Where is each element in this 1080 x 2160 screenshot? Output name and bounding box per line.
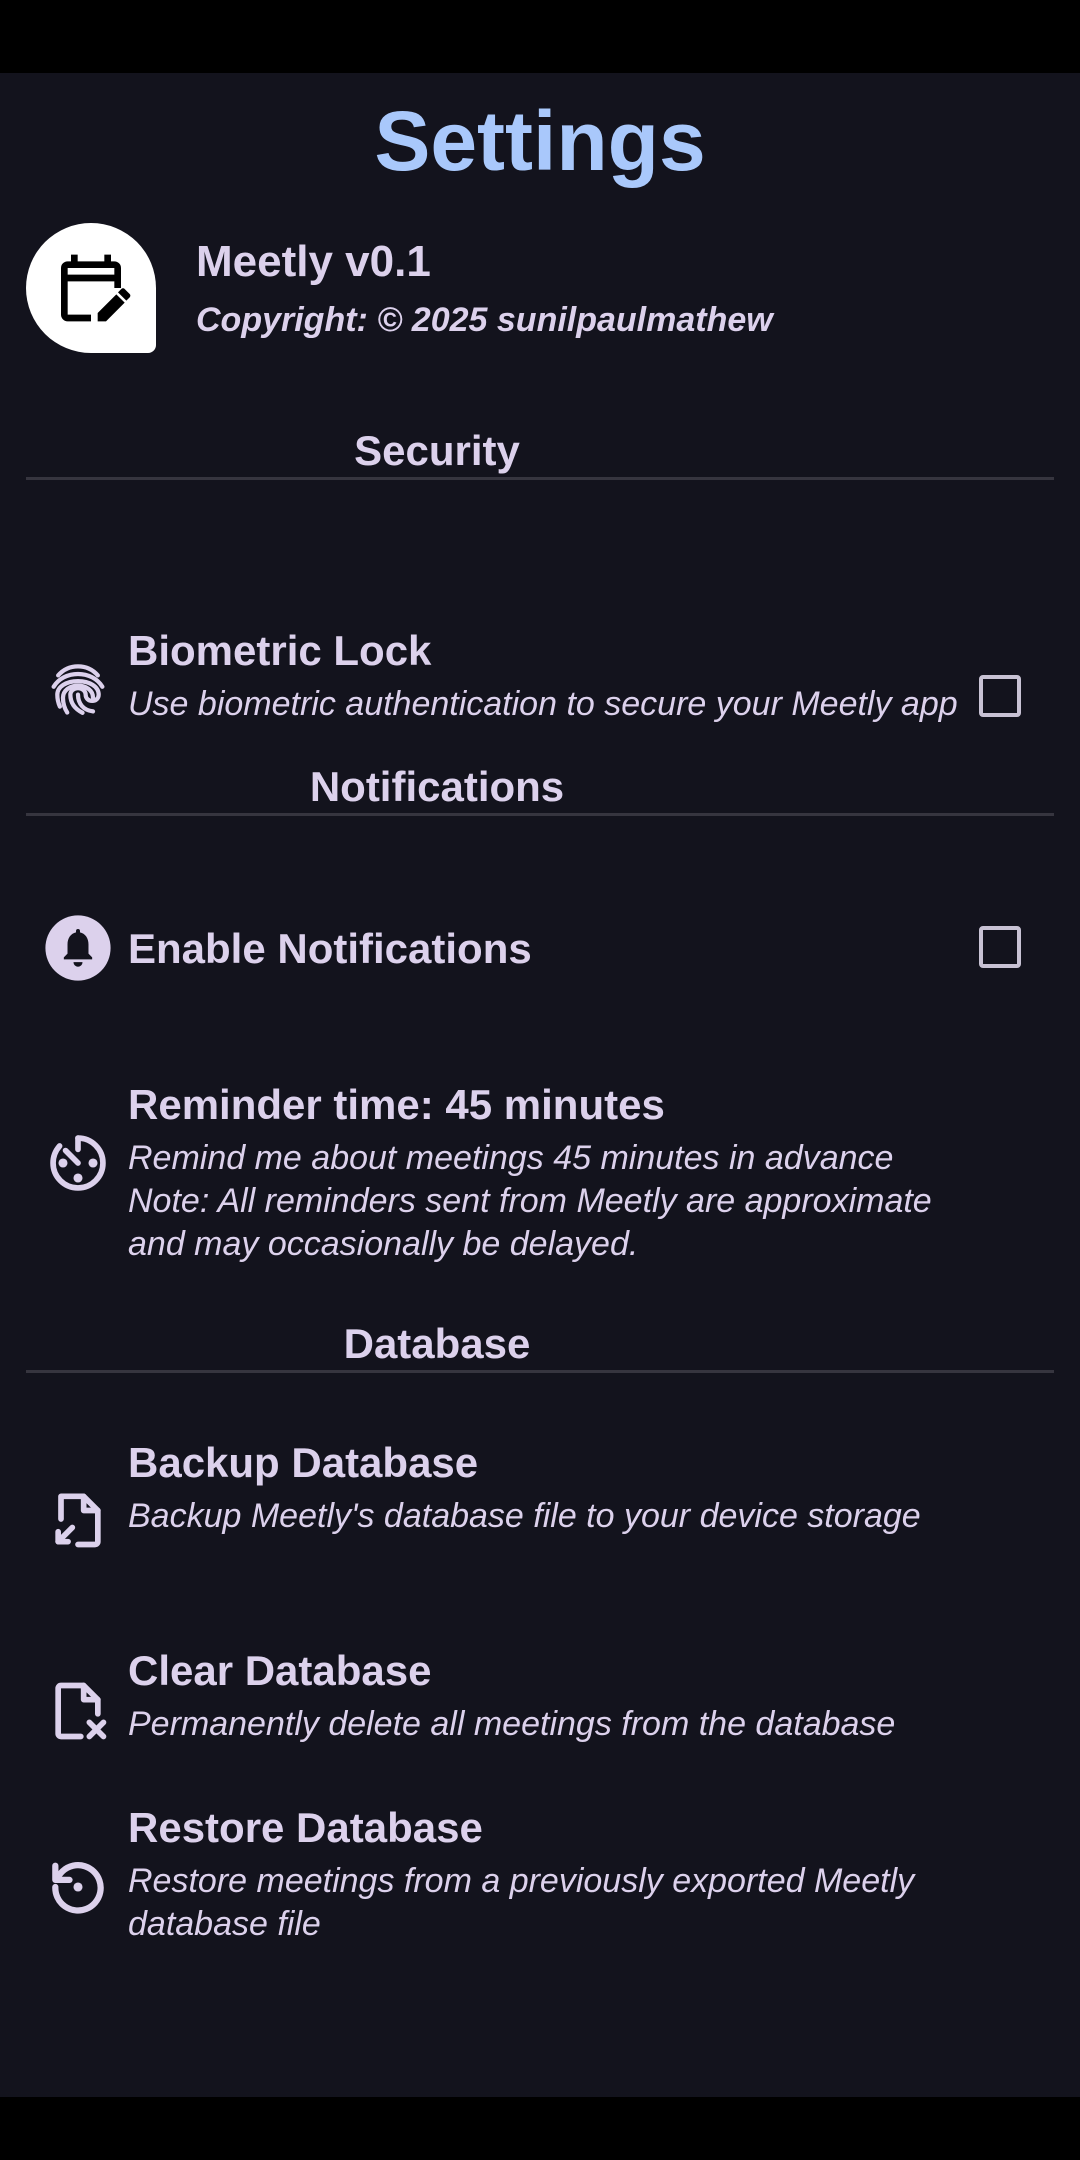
backup-database-row[interactable]: Backup Database Backup Meetly's database… — [0, 1413, 1080, 1613]
biometric-lock-title: Biometric Lock — [128, 627, 432, 674]
clear-database-description: Permanently delete all meetings from the… — [128, 1705, 896, 1743]
restore-database-title: Restore Database — [128, 1804, 483, 1851]
status-bar — [0, 0, 1080, 73]
bell-icon — [45, 915, 111, 981]
timer-icon — [50, 1135, 106, 1191]
enable-notifications-title: Enable Notifications — [128, 925, 532, 972]
copyright-text: Copyright: © 2025 sunilpaulmathew — [196, 301, 773, 339]
reminder-time-row[interactable]: Reminder time: 45 minutes Remind me abou… — [0, 1063, 1080, 1293]
clear-database-title: Clear Database — [128, 1647, 432, 1694]
clear-database-row[interactable]: Clear Database Permanently delete all me… — [0, 1633, 1080, 1783]
section-header-database: Database — [26, 1318, 1054, 1373]
file-delete-icon — [55, 1682, 107, 1740]
settings-screen: Settings Meetly v0.1 Copyright: © 2025 s… — [0, 73, 1080, 2097]
section-title-database: Database — [343, 1320, 531, 1367]
reminder-time-title: Reminder time: 45 minutes — [128, 1081, 665, 1128]
restore-icon — [52, 1862, 104, 1914]
section-title-notifications: Notifications — [309, 763, 565, 810]
reminder-note: Note: All reminders sent from Meetly are… — [128, 1182, 932, 1263]
biometric-lock-checkbox[interactable] — [979, 675, 1021, 717]
app-logo — [26, 223, 156, 353]
navigation-bar — [0, 2097, 1080, 2160]
biometric-lock-row[interactable]: Biometric Lock Use biometric authenticat… — [0, 543, 1080, 783]
biometric-lock-description: Use biometric authentication to secure y… — [128, 685, 958, 723]
fingerprint-icon — [51, 664, 105, 715]
restore-database-description: Restore meetings from a previously expor… — [128, 1862, 915, 1943]
enable-notifications-row[interactable]: Enable Notifications — [0, 903, 1080, 1033]
enable-notifications-checkbox[interactable] — [979, 926, 1021, 968]
reminder-time-description: Remind me about meetings 45 minutes in a… — [128, 1139, 894, 1177]
app-name: Meetly v0.1 — [196, 237, 431, 286]
section-header-notifications: Notifications — [26, 761, 1054, 816]
section-header-security: Security — [26, 425, 1054, 480]
backup-database-title: Backup Database — [128, 1439, 479, 1486]
calendar-edit-icon — [61, 254, 131, 322]
backup-database-description: Backup Meetly's database file to your de… — [128, 1497, 921, 1535]
section-title-security: Security — [354, 427, 520, 474]
page-title: Settings — [374, 94, 706, 188]
file-export-icon — [55, 1493, 101, 1548]
restore-database-row[interactable]: Restore Database Restore meetings from a… — [0, 1793, 1080, 1993]
